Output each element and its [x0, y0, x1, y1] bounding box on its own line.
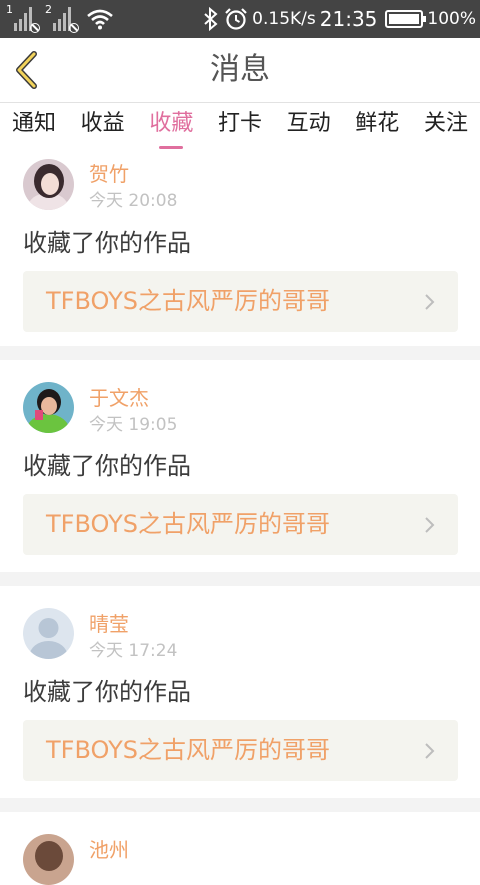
tab-following[interactable]: 关注: [424, 103, 468, 149]
work-link[interactable]: TFBOYS之古风严厉的哥哥: [23, 494, 458, 555]
battery-icon: [385, 10, 427, 28]
list-item: 晴莹 今天 17:24 收藏了你的作品 TFBOYS之古风严厉的哥哥: [0, 586, 480, 798]
avatar[interactable]: [23, 608, 74, 659]
signal-icon-sim1: 1: [6, 3, 40, 33]
tab-notice[interactable]: 通知: [12, 103, 56, 149]
alarm-icon: [225, 8, 247, 30]
timestamp: 今天 20:08: [89, 191, 178, 211]
list-item: 池州: [0, 812, 480, 885]
signal-icon-sim2: 2: [45, 3, 79, 33]
username[interactable]: 于文杰: [89, 382, 149, 411]
work-link[interactable]: TFBOYS之古风严厉的哥哥: [23, 720, 458, 781]
action-text: 收藏了你的作品: [23, 678, 191, 706]
username[interactable]: 池州: [89, 834, 129, 863]
chevron-right-icon: [425, 294, 435, 310]
work-title: TFBOYS之古风严厉的哥哥: [46, 510, 330, 538]
sim1-label: 1: [6, 3, 13, 16]
list-item: 于文杰 今天 19:05 收藏了你的作品 TFBOYS之古风严厉的哥哥: [0, 360, 480, 572]
divider: [0, 798, 480, 812]
tab-interaction[interactable]: 互动: [287, 103, 331, 149]
wifi-icon: [87, 9, 113, 30]
timestamp: 今天 19:05: [89, 415, 178, 435]
action-text: 收藏了你的作品: [23, 229, 191, 257]
clock: 21:35: [319, 7, 378, 31]
tab-favorites[interactable]: 收藏: [149, 103, 193, 149]
tab-bar: 通知 收益 收藏 打卡 互动 鲜花 关注: [0, 103, 480, 149]
tab-checkin[interactable]: 打卡: [218, 103, 262, 149]
username[interactable]: 贺竹: [89, 158, 129, 187]
sim2-label: 2: [45, 3, 52, 16]
bluetooth-icon: [204, 7, 218, 31]
work-link[interactable]: TFBOYS之古风严厉的哥哥: [23, 271, 458, 332]
status-bar: 1 2 0.15K/s 21:35 100%: [0, 0, 480, 38]
chevron-right-icon: [425, 743, 435, 759]
network-speed: 0.15K/s: [252, 9, 316, 29]
divider: [0, 346, 480, 360]
avatar[interactable]: [23, 382, 74, 433]
timestamp: 今天 17:24: [89, 641, 178, 661]
battery-percent: 100%: [427, 9, 476, 29]
username[interactable]: 晴莹: [89, 608, 129, 637]
header: 消息: [0, 38, 480, 103]
work-title: TFBOYS之古风严厉的哥哥: [46, 736, 330, 764]
work-title: TFBOYS之古风严厉的哥哥: [46, 287, 330, 315]
action-text: 收藏了你的作品: [23, 452, 191, 480]
chevron-right-icon: [425, 517, 435, 533]
page-title: 消息: [210, 52, 270, 87]
avatar[interactable]: [23, 834, 74, 885]
divider: [0, 572, 480, 586]
tab-earnings[interactable]: 收益: [81, 103, 125, 149]
notification-list: 贺竹 今天 20:08 收藏了你的作品 TFBOYS之古风严厉的哥哥 于文杰 今…: [0, 150, 480, 885]
avatar[interactable]: [23, 159, 74, 210]
tab-flowers[interactable]: 鲜花: [355, 103, 399, 149]
list-item: 贺竹 今天 20:08 收藏了你的作品 TFBOYS之古风严厉的哥哥: [0, 150, 480, 346]
